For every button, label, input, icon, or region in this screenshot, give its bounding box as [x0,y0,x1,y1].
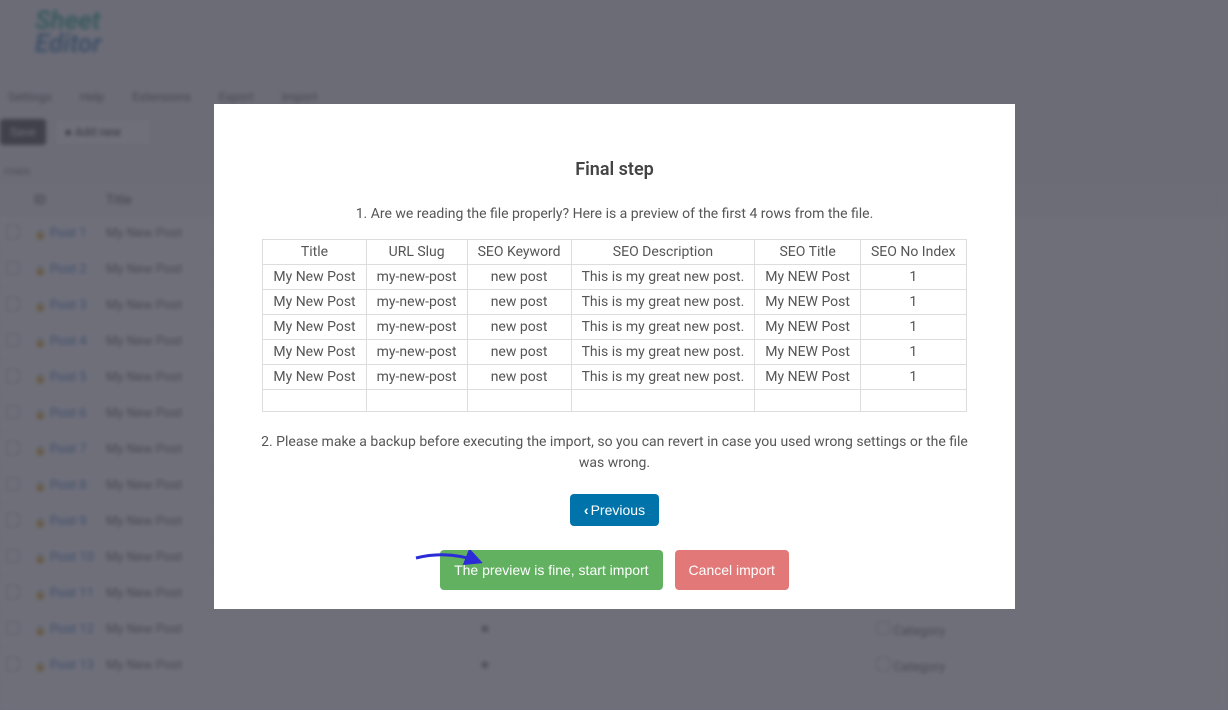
preview-empty-cell [366,390,467,412]
preview-empty-row [263,390,966,412]
import-final-step-modal: Final step 1. Are we reading the file pr… [214,104,1015,609]
modal-title: Final step [254,159,975,180]
preview-empty-cell [755,390,861,412]
preview-cell: This is my great new post. [571,365,755,390]
previous-button[interactable]: ‹Previous [570,494,659,526]
preview-cell: new post [467,290,571,315]
preview-cell: 1 [860,315,966,340]
preview-cell: My NEW Post [755,290,861,315]
preview-cell: new post [467,315,571,340]
preview-cell: My NEW Post [755,365,861,390]
import-preview-table: TitleURL SlugSEO KeywordSEO DescriptionS… [262,239,966,412]
preview-cell: 1 [860,265,966,290]
preview-cell: This is my great new post. [571,290,755,315]
preview-header-cell: SEO Description [571,240,755,265]
preview-cell: My New Post [263,340,366,365]
preview-cell: My New Post [263,265,366,290]
preview-cell: This is my great new post. [571,340,755,365]
preview-cell: My NEW Post [755,340,861,365]
preview-header-cell: SEO No Index [860,240,966,265]
preview-row: My New Postmy-new-postnew postThis is my… [263,290,966,315]
preview-empty-cell [263,390,366,412]
preview-cell: my-new-post [366,365,467,390]
preview-cell: my-new-post [366,315,467,340]
preview-empty-cell [571,390,755,412]
preview-empty-cell [860,390,966,412]
preview-cell: 1 [860,365,966,390]
preview-cell: My New Post [263,315,366,340]
preview-empty-cell [467,390,571,412]
preview-header-cell: SEO Keyword [467,240,571,265]
preview-header-row: TitleURL SlugSEO KeywordSEO DescriptionS… [263,240,966,265]
preview-cell: This is my great new post. [571,315,755,340]
action-row: The preview is fine, start import Cancel… [254,544,975,596]
preview-row: My New Postmy-new-postnew postThis is my… [263,365,966,390]
previous-label: Previous [591,502,645,518]
preview-row: My New Postmy-new-postnew postThis is my… [263,340,966,365]
preview-cell: my-new-post [366,340,467,365]
preview-cell: 1 [860,340,966,365]
preview-cell: 1 [860,290,966,315]
modal-note-2: 2. Please make a backup before executing… [254,432,975,474]
preview-row: My New Postmy-new-postnew postThis is my… [263,315,966,340]
preview-row: My New Postmy-new-postnew postThis is my… [263,265,966,290]
preview-cell: My NEW Post [755,315,861,340]
preview-cell: new post [467,265,571,290]
preview-cell: my-new-post [366,265,467,290]
chevron-left-icon: ‹ [584,502,589,518]
preview-cell: new post [467,365,571,390]
preview-cell: My New Post [263,290,366,315]
preview-header-cell: SEO Title [755,240,861,265]
arrow-annotation-icon [414,550,484,570]
preview-cell: my-new-post [366,290,467,315]
preview-cell: new post [467,340,571,365]
cancel-import-button[interactable]: Cancel import [675,550,789,590]
preview-cell: My NEW Post [755,265,861,290]
preview-header-cell: Title [263,240,366,265]
preview-header-cell: URL Slug [366,240,467,265]
modal-note-1: 1. Are we reading the file properly? Her… [254,204,975,225]
preview-cell: This is my great new post. [571,265,755,290]
preview-cell: My New Post [263,365,366,390]
